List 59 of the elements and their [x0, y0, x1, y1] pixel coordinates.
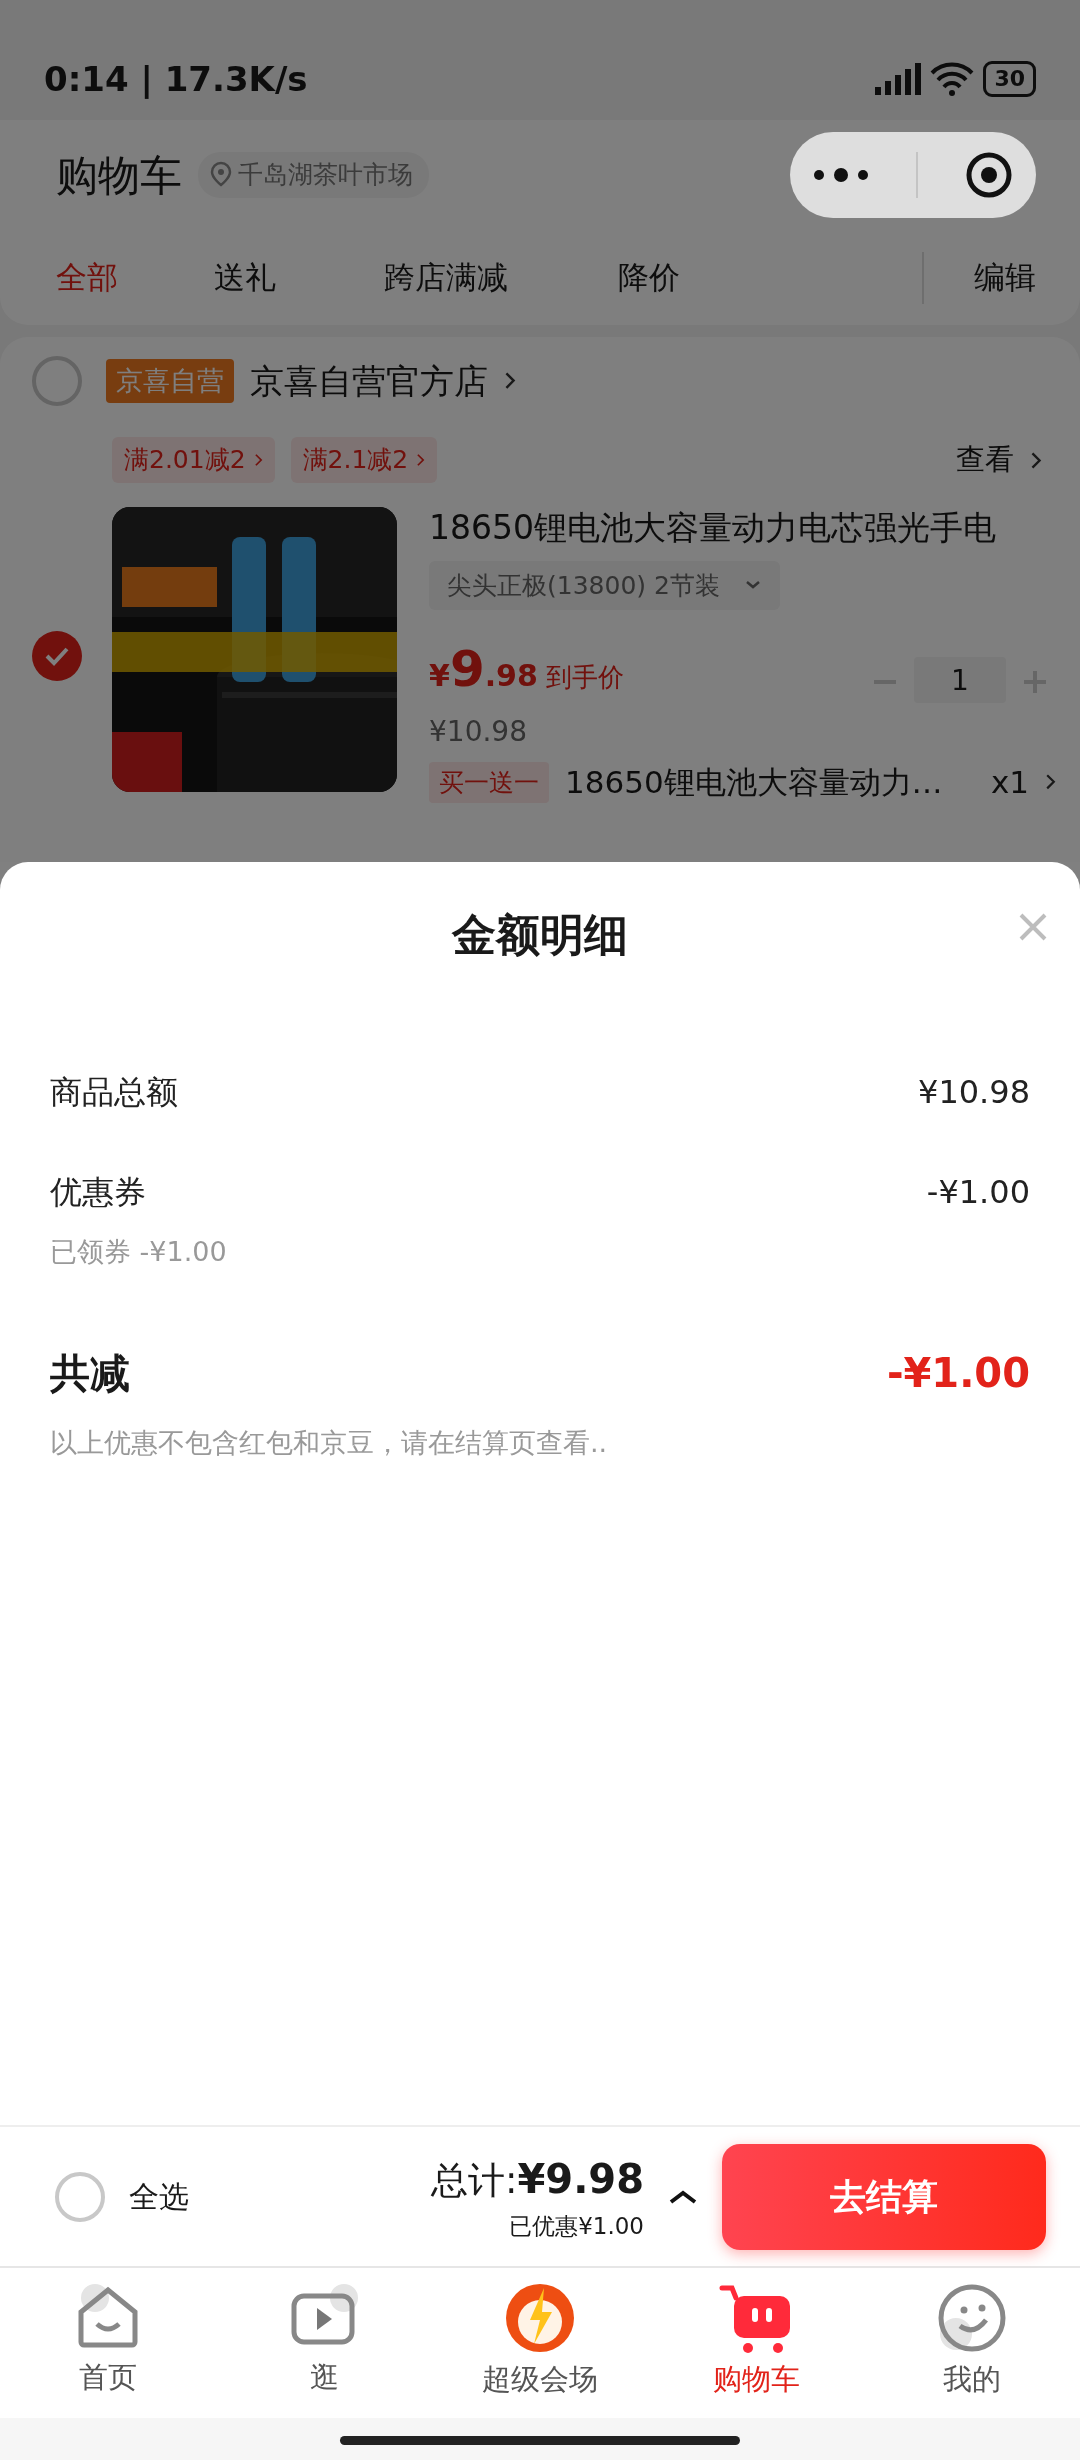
- checkout-button[interactable]: 去结算: [722, 2143, 1046, 2250]
- chevron-icon: [1045, 773, 1056, 792]
- detail-value: ¥10.98: [918, 1072, 1030, 1113]
- sheet-title: 金额明细: [450, 908, 629, 962]
- location-chip[interactable]: 千岛湖茶叶市场: [198, 152, 429, 198]
- page-title: 购物车: [56, 149, 182, 202]
- price-note: 到手价: [545, 661, 624, 694]
- filter-tab[interactable]: 降价: [618, 254, 680, 301]
- promotion-tag[interactable]: 满2.1减2: [290, 437, 438, 483]
- home-indicator[interactable]: [340, 2436, 740, 2445]
- filter-tab[interactable]: 跨店满减: [384, 254, 508, 301]
- smiley-icon: [936, 2282, 1008, 2354]
- disclaimer-text: 以上优惠不包含红包和京豆，请在结算页查看..: [50, 1425, 609, 1460]
- plus-icon: [1024, 671, 1046, 693]
- nav-tab[interactable]: 超级会场: [432, 2268, 648, 2418]
- lightning-icon: [504, 2282, 576, 2354]
- signal-icon: [873, 61, 922, 97]
- nav-tab[interactable]: 逛: [216, 2268, 432, 2418]
- detail-label: 商品总额: [50, 1072, 178, 1113]
- target-icon[interactable]: [964, 151, 1013, 199]
- select-all-label[interactable]: 全选: [129, 2174, 189, 2219]
- spec-selector[interactable]: 尖头正极(13800) 2节装: [429, 560, 780, 610]
- wifi-icon: [929, 61, 976, 97]
- status-time: 0:14 | 17.3K/s: [44, 57, 308, 101]
- total-label: 共减: [50, 1348, 130, 1398]
- promotion-tag[interactable]: 满2.01减2: [112, 437, 275, 483]
- chevron-icon: [253, 453, 263, 467]
- caret-icon[interactable]: [668, 2188, 698, 2205]
- filter-tab[interactable]: 全部: [56, 254, 118, 301]
- total-price: 总计:¥9.98: [431, 2155, 644, 2205]
- more-icon[interactable]: [813, 167, 870, 183]
- detail-value: -¥1.00: [926, 1172, 1030, 1213]
- edit-button[interactable]: 编辑: [974, 254, 1036, 301]
- nav-tab[interactable]: 我的: [864, 2268, 1080, 2418]
- filter-tab[interactable]: 送礼: [214, 254, 276, 301]
- quantity-field[interactable]: 1: [914, 657, 1006, 703]
- nav-tab[interactable]: 首页: [0, 2268, 216, 2418]
- select-all-checkbox[interactable]: [55, 2171, 105, 2222]
- check-icon: [44, 646, 70, 667]
- store-name[interactable]: 京喜自营官方店: [250, 355, 488, 407]
- price-text: ¥9.98: [429, 639, 538, 700]
- chevron-icon: [1030, 450, 1042, 470]
- detail-note: 已领券 -¥1.00: [50, 1235, 228, 1269]
- gift-count: x1: [990, 763, 1029, 802]
- original-price: ¥10.98: [429, 714, 528, 750]
- discount-text: 已优惠¥1.00: [509, 2212, 644, 2242]
- detail-label: 优惠券: [50, 1172, 146, 1213]
- checkbox[interactable]: [32, 631, 82, 682]
- store-tag: 京喜自营: [106, 358, 234, 404]
- chevron-icon: [504, 371, 516, 391]
- view-link[interactable]: 查看: [956, 438, 1042, 482]
- chevron-icon: [416, 453, 426, 467]
- checkbox[interactable]: [32, 356, 82, 406]
- nav-tab[interactable]: 购物车: [648, 2268, 864, 2418]
- total-value: -¥1.00: [886, 1348, 1030, 1398]
- gift-name: 18650锂电池大容量动力…: [565, 763, 943, 802]
- gift-tag: 买一送一: [429, 761, 549, 803]
- battery-indicator: 30: [983, 61, 1036, 97]
- product-title[interactable]: 18650锂电池大容量动力电芯强光手电: [429, 503, 1080, 553]
